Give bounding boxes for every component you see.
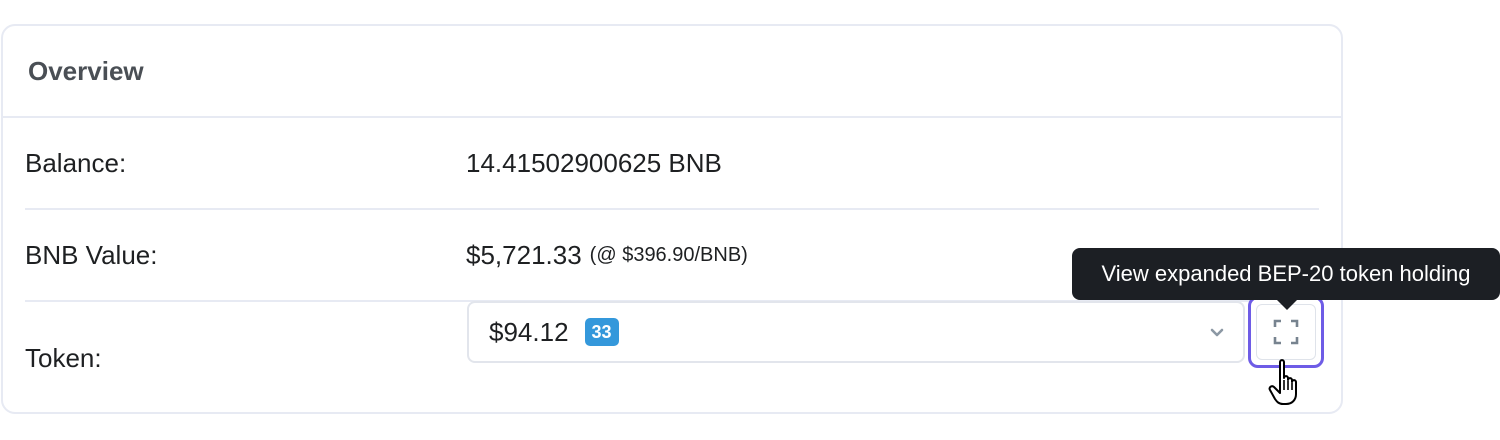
- token-count-badge: 33: [584, 318, 619, 346]
- hand-pointer-cursor-icon: [1268, 359, 1297, 405]
- card-title: Overview: [28, 55, 144, 86]
- card-header: Overview: [3, 26, 1341, 118]
- balance-row: Balance: 14.41502900625 BNB: [25, 118, 1319, 210]
- expand-icon: [1273, 319, 1299, 345]
- tooltip-arrow: [1276, 299, 1298, 310]
- balance-value: 14.41502900625 BNB: [466, 147, 722, 178]
- bnb-rate: (@ $396.90/BNB): [589, 243, 748, 266]
- token-amount: $94.12: [489, 316, 569, 347]
- bnb-value-label: BNB Value:: [25, 239, 158, 270]
- balance-label: Balance:: [25, 147, 127, 178]
- token-dropdown[interactable]: $94.12 33: [467, 301, 1245, 363]
- bnb-value-amount: $5,721.33: [466, 239, 582, 270]
- token-label: Token:: [25, 342, 102, 373]
- expand-tooltip: View expanded BEP-20 token holding: [1072, 248, 1500, 300]
- chevron-down-icon: [1210, 328, 1224, 337]
- expand-button-inner: [1256, 304, 1316, 360]
